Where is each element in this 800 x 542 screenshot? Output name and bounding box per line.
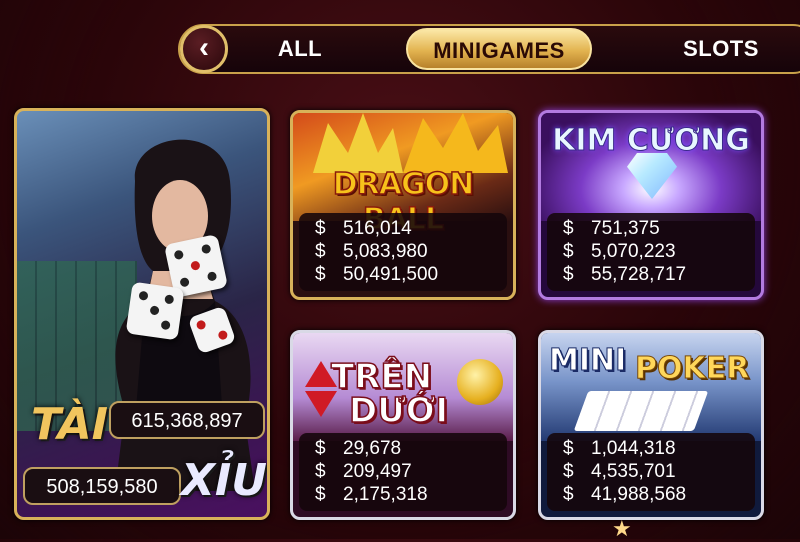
jackpot-row: $4,535,701 xyxy=(563,461,676,482)
poker-logo: POKER xyxy=(634,351,750,387)
mini-logo: MINI xyxy=(548,343,627,379)
sparkle-icon: ★ xyxy=(612,516,632,541)
jackpot-row: $516,014 xyxy=(315,218,412,239)
tab-all[interactable]: ALL xyxy=(258,28,342,70)
diamond-icon xyxy=(627,153,677,199)
jackpot-list: $516,014 $5,083,980 $50,491,500 xyxy=(299,213,507,291)
game-card-trenduoi[interactable]: TRÊN DƯỚI $29,678 $209,497 $2,175,318 xyxy=(290,330,516,520)
game-card-taixiu[interactable]: TÀI 615,368,897 508,159,580 XỈU xyxy=(14,108,270,520)
jackpot-row: $751,375 xyxy=(563,218,660,239)
kimcuong-logo: KIM CƯƠNG xyxy=(552,123,751,159)
jackpot-row: $55,728,717 xyxy=(563,264,687,285)
jackpot-row: $2,175,318 xyxy=(315,484,428,505)
tai-amount: 615,368,897 xyxy=(109,401,265,439)
duoi-logo: DƯỚI xyxy=(348,390,448,432)
jackpot-row: $5,083,980 xyxy=(315,241,428,262)
game-card-dragonball[interactable]: DRAGON BALL $516,014 $5,083,980 $50,491,… xyxy=(290,110,516,300)
jackpot-list: $751,375 $5,070,223 $55,728,717 xyxy=(547,213,755,291)
tai-label: TÀI xyxy=(31,399,109,450)
playing-cards-icon xyxy=(573,391,709,431)
minipoker-art: MINI POKER xyxy=(541,333,761,441)
jackpot-row: $1,044,318 xyxy=(563,438,676,459)
coins-icon xyxy=(457,359,503,405)
tab-minigames[interactable]: MINIGAMES xyxy=(406,28,592,70)
jackpot-row: $29,678 xyxy=(315,438,402,459)
dragonball-art: DRAGON BALL xyxy=(293,113,513,238)
dice-icon xyxy=(125,281,185,341)
xiu-amount: 508,159,580 xyxy=(23,467,181,505)
xiu-label: XỈU xyxy=(181,455,268,506)
game-card-kimcuong[interactable]: KIM CƯƠNG $751,375 $5,070,223 $55,728,71… xyxy=(538,110,764,300)
chevron-left-icon: ‹ xyxy=(199,30,209,64)
back-button[interactable]: ‹ xyxy=(180,25,228,73)
jackpot-row: $209,497 xyxy=(315,461,412,482)
jackpot-list: $29,678 $209,497 $2,175,318 xyxy=(299,433,507,511)
jackpot-row: $50,491,500 xyxy=(315,264,439,285)
tab-slots[interactable]: SLOTS xyxy=(666,28,776,70)
jackpot-row: $5,070,223 xyxy=(563,241,676,262)
kimcuong-art: KIM CƯƠNG xyxy=(541,113,761,221)
game-card-minipoker[interactable]: MINI POKER $1,044,318 $4,535,701 $41,988… xyxy=(538,330,764,520)
jackpot-row: $41,988,568 xyxy=(563,484,687,505)
trenduoi-art: TRÊN DƯỚI xyxy=(293,333,513,441)
jackpot-list: $1,044,318 $4,535,701 $41,988,568 xyxy=(547,433,755,511)
